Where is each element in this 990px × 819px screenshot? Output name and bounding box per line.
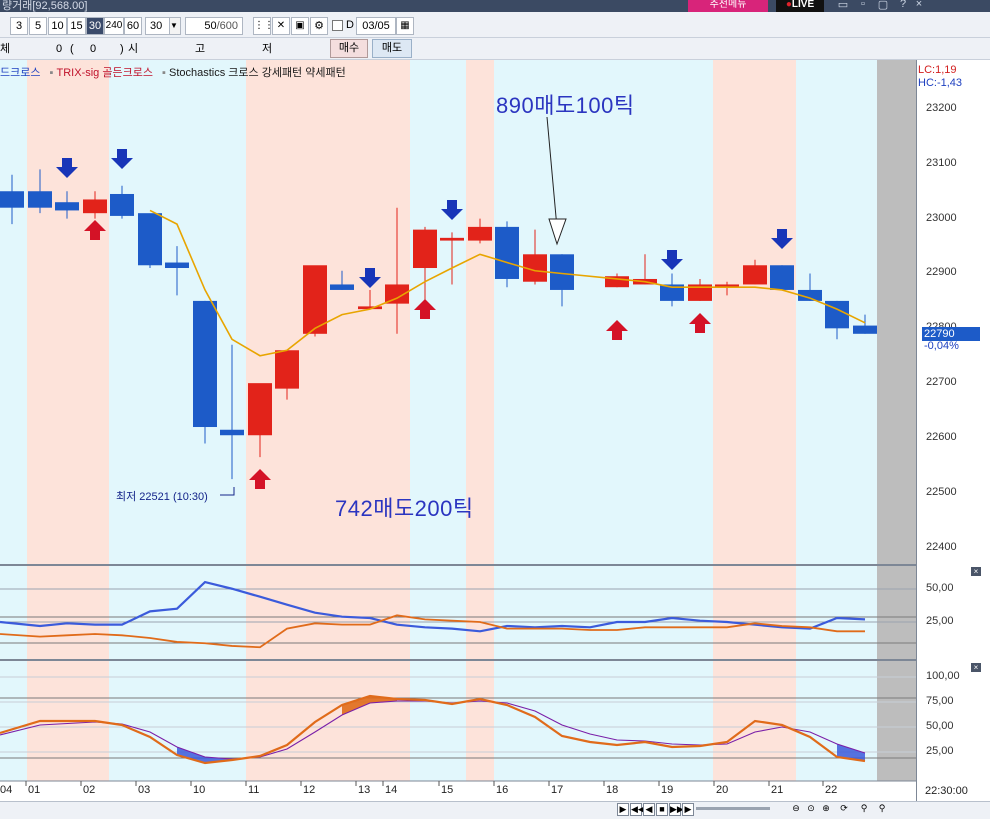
prev-icon[interactable]: ◀ [643, 803, 655, 816]
x-tick-label: 14 [385, 784, 398, 796]
annotation-sell-200: 742매도200틱 [335, 496, 474, 521]
x-tick-label: 13 [358, 784, 371, 796]
current-price-tag: 22790 [922, 327, 980, 341]
price-tick-label: 23200 [926, 102, 957, 114]
background-bands [0, 60, 916, 781]
lc-value: LC:1,19 [918, 64, 957, 76]
stop-icon[interactable]: ■ [656, 803, 668, 816]
x-tick-label: 22 [825, 784, 838, 796]
sub2-tick-label: 50,00 [926, 720, 954, 732]
candle-down [330, 284, 354, 290]
low-price-label: 최저 22521 (10:30) [116, 491, 208, 503]
band-cyan [109, 60, 246, 781]
band-pink [466, 60, 494, 781]
panel-divider [0, 659, 916, 661]
panel-divider [0, 564, 916, 566]
legend-marker-icon: ▪ [162, 67, 166, 79]
forward-icon[interactable]: ▶▶ [669, 803, 684, 816]
x-tick-label: 03 [138, 784, 151, 796]
x-tick-label: 01 [28, 784, 41, 796]
x-tick-label: 15 [441, 784, 454, 796]
x-tick-label: 16 [496, 784, 509, 796]
candle-down [55, 202, 79, 211]
candle-up [413, 229, 437, 269]
candle-down [495, 226, 519, 279]
legend-item-trix: TRIX-sig 골든크로스 [56, 67, 153, 79]
refresh-icon[interactable]: ⟳ [838, 803, 850, 816]
next-icon[interactable]: ▶ [682, 803, 694, 816]
close-panel-icon[interactable]: × [971, 567, 981, 576]
sub1-tick-label: 25,00 [926, 615, 954, 627]
price-tick-label: 22700 [926, 376, 957, 389]
annotation-sell-100: 890매도100틱 [496, 93, 635, 118]
legend-item-stochastics: Stochastics 크로스 강세패턴 약세패턴 [168, 67, 346, 79]
candle-up [440, 237, 464, 241]
price-tick-label: 22600 [926, 430, 957, 443]
candle-up [83, 199, 107, 214]
current-time-label: 22:30:00 [925, 785, 968, 797]
search-icon[interactable]: ⚲ [876, 803, 888, 816]
hc-value: HC:-1,43 [918, 77, 963, 89]
x-tick-label: 20 [716, 784, 729, 796]
x-tick-label: 17 [551, 784, 564, 796]
candle-down [193, 300, 217, 428]
x-tick-label: 18 [606, 784, 619, 796]
x-tick-label: 21 [771, 784, 784, 796]
x-tick-label: 02 [83, 784, 96, 796]
band-cyan [410, 60, 466, 781]
candlestick-chart[interactable] [0, 0, 990, 819]
price-tick-label: 22400 [926, 540, 957, 553]
current-price-change: -0,04% [924, 340, 959, 352]
candle-up [248, 383, 272, 436]
sub1-tick-label: 50,00 [926, 582, 954, 594]
sub2-tick-label: 25,00 [926, 745, 954, 757]
candle-down [853, 325, 877, 334]
x-tick-label: 10 [193, 784, 206, 796]
x-tick-label: 12 [303, 784, 316, 796]
scroll-slider[interactable] [696, 807, 770, 810]
candle-down [165, 262, 189, 269]
legend-marker-icon: ▪ [49, 67, 54, 79]
x-tick-label: 11 [248, 784, 260, 796]
band-cyan [0, 60, 27, 781]
zoom-in-icon[interactable]: ⊕ [820, 803, 832, 816]
x-tick-label: 04 [0, 784, 13, 796]
price-tick-label: 23100 [926, 156, 957, 169]
chart-legend: 드크로스 ▪ TRIX-sig 골든크로스 ▪ Stochastics 크로스 … [0, 64, 346, 80]
candle-down [0, 191, 24, 208]
zoom-reset-icon[interactable]: ⊙ [805, 803, 817, 816]
price-tick-label: 22500 [926, 485, 957, 498]
band-gray [877, 60, 916, 781]
candle-up [275, 350, 299, 389]
zoom-out-icon[interactable]: ⊖ [790, 803, 802, 816]
rewind-icon[interactable]: ◀◀ [630, 803, 645, 816]
band-cyan [796, 60, 877, 781]
play-icon[interactable]: ▶ [617, 803, 629, 816]
sub2-tick-label: 100,00 [926, 670, 960, 682]
x-tick-label: 19 [661, 784, 674, 796]
legend-item-dead-cross: 드크로스 [0, 67, 41, 79]
price-tick-label: 23000 [926, 211, 957, 224]
candle-down [28, 191, 52, 208]
candle-down [220, 429, 244, 436]
candle-up [743, 265, 767, 285]
candle-down [110, 193, 134, 216]
candle-down [138, 213, 162, 266]
band-pink [713, 60, 796, 781]
magnify-icon[interactable]: ⚲ [858, 803, 870, 816]
price-tick-label: 22900 [926, 266, 957, 279]
close-panel-icon[interactable]: × [971, 663, 981, 672]
candle-up [468, 226, 492, 241]
band-cyan [494, 60, 713, 781]
candle-down [770, 265, 794, 290]
sub2-tick-label: 75,00 [926, 695, 954, 707]
